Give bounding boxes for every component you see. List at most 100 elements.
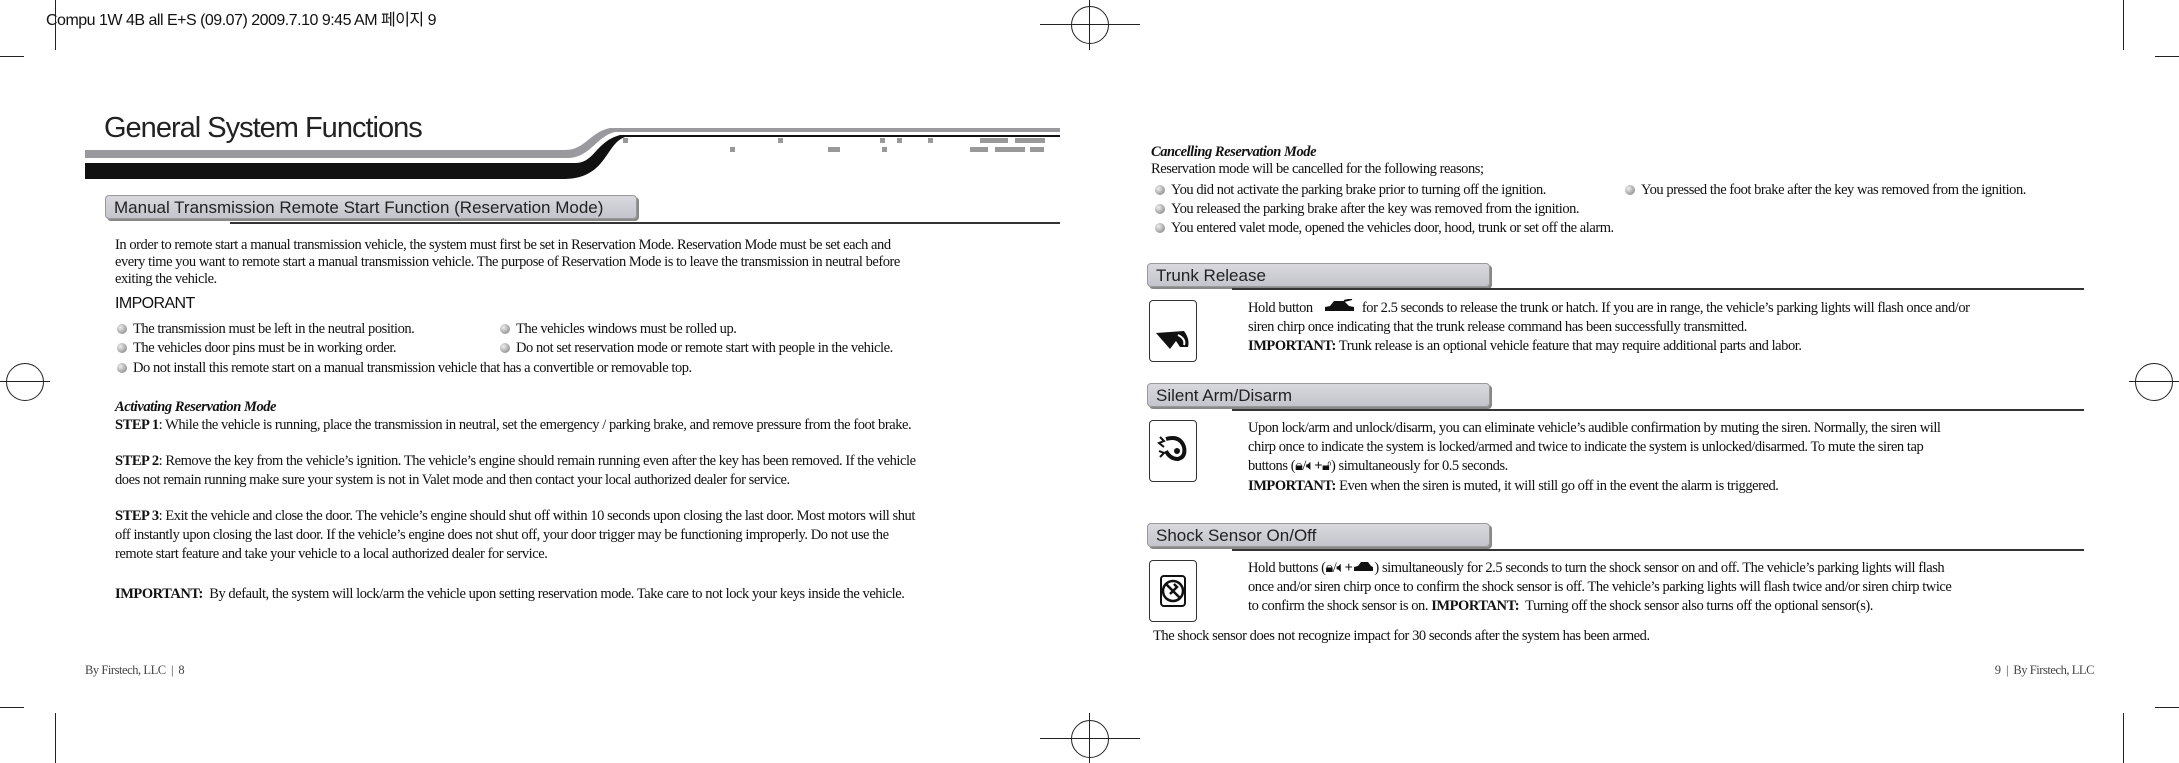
divider: [1232, 549, 2084, 551]
important-label: IMPORTANT:: [115, 586, 203, 602]
registration-mark: [6, 363, 44, 401]
bullet-icon: [117, 343, 127, 353]
important-label: IMPORTANT:: [1248, 338, 1336, 354]
shock-sensor-off-icon: [1149, 560, 1197, 622]
bullet-text: You entered valet mode, opened the vehic…: [1171, 220, 1614, 236]
bullet-text: The transmission must be left in the neu…: [133, 321, 415, 337]
section-header-reservation-mode: Manual Transmission Remote Start Functio…: [105, 195, 637, 219]
step-2: STEP 2: Remove the key from the vehicle’…: [115, 452, 916, 471]
shock-text: Hold buttons (🔒︎/🔈︎+) simultaneously for…: [1248, 559, 1945, 578]
bullet-item: You entered valet mode, opened the vehic…: [1155, 219, 1614, 238]
bullet-icon: [1155, 185, 1165, 195]
step-3-cont: remote start feature and take your vehic…: [115, 546, 548, 562]
step-text: : Remove the key from the vehicle’s igni…: [158, 453, 916, 469]
trunk-text: Hold button for 2.5 seconds to release t…: [1248, 298, 1970, 318]
step-1: STEP 1: While the vehicle is running, pl…: [115, 416, 912, 435]
important-note: IMPORTANT: By default, the system will l…: [115, 585, 905, 604]
shock-text: once and/or siren chirp once to confirm …: [1248, 579, 1952, 595]
bullet-item: The vehicles door pins must be in workin…: [117, 339, 397, 358]
bullet-item: You pressed the foot brake after the key…: [1625, 181, 2026, 200]
bullet-icon: [117, 363, 127, 373]
crop-mark: [1040, 738, 1140, 739]
bullet-text: You released the parking brake after the…: [1171, 201, 1580, 217]
trunk-open-icon: [1149, 300, 1197, 362]
header-swoosh: [85, 128, 1060, 179]
bullet-icon: [1155, 204, 1165, 214]
crop-mark: [2155, 56, 2179, 57]
text: ) simultaneously for 0.5 seconds.: [1330, 458, 1508, 474]
cancel-intro: Reservation mode will be cancelled for t…: [1151, 161, 1484, 177]
manual-spread: Compu 1W 4B all E+S (09.07) 2009.7.10 9:…: [0, 0, 2179, 763]
plus: +: [1344, 560, 1353, 576]
bullet-icon: [1625, 185, 1635, 195]
silent-text: chirp once to indicate the system is loc…: [1248, 439, 1924, 455]
step-3-cont: off instantly upon closing the last door…: [115, 527, 889, 543]
intro-line: exiting the vehicle.: [115, 271, 217, 287]
speaker-icon: 🔈︎: [1305, 458, 1315, 474]
activating-heading: Activating Reservation Mode: [115, 399, 277, 415]
section-header-trunk-release: Trunk Release: [1147, 263, 1490, 287]
text: ) simultaneously for 2.5 seconds to turn…: [1374, 560, 1945, 576]
silent-text: buttons (🔒︎/🔈︎+🔓︎) simultaneously for 0.…: [1248, 457, 1508, 476]
shock-text: to confirm the shock sensor is on. IMPOR…: [1248, 597, 1873, 616]
step-text: : While the vehicle is running, place th…: [158, 417, 912, 433]
important-text: Turning off the shock sensor also turns …: [1519, 598, 1873, 614]
crop-mark: [55, 713, 56, 763]
unlock-icon: 🔓︎: [1322, 458, 1331, 474]
bullet-text: The vehicles door pins must be in workin…: [133, 340, 397, 356]
crop-mark: [1089, 713, 1090, 763]
trunk-text-rest: for 2.5 seconds to release the trunk or …: [1361, 300, 1970, 316]
section-header-silent-arm: Silent Arm/Disarm: [1147, 383, 1490, 407]
bullet-text: You did not activate the parking brake p…: [1171, 182, 1546, 198]
crop-mark: [1089, 0, 1090, 50]
important-heading: IMPORANT: [115, 295, 195, 312]
registration-mark: [2135, 363, 2173, 401]
intro-line: every time you want to remote start a ma…: [115, 254, 900, 270]
bullet-item: Do not install this remote start on a ma…: [117, 359, 692, 378]
bullet-text: The vehicles windows must be rolled up.: [516, 321, 737, 337]
footer-left: By Firstech, LLC | 8: [85, 663, 185, 677]
important-text: By default, the system will lock/arm the…: [202, 586, 905, 602]
crop-mark: [0, 381, 50, 382]
shock-note: The shock sensor does not recognize impa…: [1153, 628, 1650, 644]
registration-mark: [1071, 6, 1109, 44]
divider: [230, 222, 1060, 224]
important-label: IMPORTANT:: [1248, 478, 1336, 494]
crop-mark: [2123, 713, 2124, 763]
print-slug: Compu 1W 4B all E+S (09.07) 2009.7.10 9:…: [46, 12, 437, 29]
silent-text: Upon lock/arm and unlock/disarm, you can…: [1248, 420, 1941, 436]
muted-siren-icon: [1149, 420, 1197, 482]
step-label: STEP 1: [115, 417, 159, 433]
bullet-icon: [500, 324, 510, 334]
bullet-icon: [117, 324, 127, 334]
text: Hold buttons (: [1248, 560, 1326, 576]
bullet-item: You released the parking brake after the…: [1155, 200, 1580, 219]
step-2-cont: does not remain running make sure your s…: [115, 472, 790, 488]
text: to confirm the shock sensor is on.: [1248, 598, 1432, 614]
trunk-important: IMPORTANT: Trunk release is an optional …: [1248, 337, 1802, 356]
bullet-item: Do not set reservation mode or remote st…: [500, 339, 893, 358]
bullet-text: You pressed the foot brake after the key…: [1641, 182, 2026, 198]
bullet-text: Do not set reservation mode or remote st…: [516, 340, 893, 356]
bullet-icon: [500, 343, 510, 353]
important-text: Even when the siren is muted, it will st…: [1335, 478, 1779, 494]
step-label: STEP 2: [115, 453, 159, 469]
step-3: STEP 3: Exit the vehicle and close the d…: [115, 507, 915, 526]
lock-icon: 🔒︎: [1325, 560, 1333, 576]
divider: [1232, 288, 2084, 290]
speaker-icon: 🔈︎: [1336, 560, 1345, 576]
important-text: Trunk release is an optional vehicle fea…: [1335, 338, 1802, 354]
crop-mark: [2155, 707, 2179, 708]
section-header-shock-sensor: Shock Sensor On/Off: [1147, 523, 1490, 547]
crop-mark: [0, 56, 24, 57]
step-text: : Exit the vehicle and close the door. T…: [158, 508, 916, 524]
bullet-icon: [1155, 223, 1165, 233]
step-label: STEP 3: [115, 508, 159, 524]
plus: +: [1314, 458, 1323, 474]
crop-mark: [0, 707, 24, 708]
bullet-text: Do not install this remote start on a ma…: [133, 360, 692, 376]
bullet-item: The transmission must be left in the neu…: [117, 320, 415, 339]
crop-mark: [2123, 0, 2124, 50]
text: buttons (: [1248, 458, 1296, 474]
car-button-icon: [1324, 298, 1354, 311]
